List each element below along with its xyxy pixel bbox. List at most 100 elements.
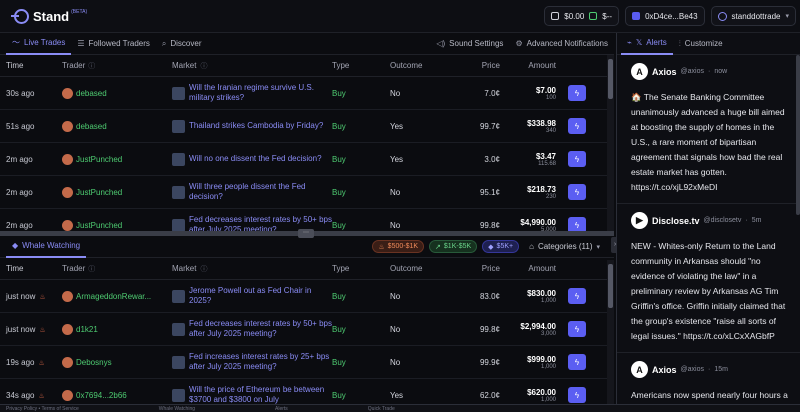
col-outcome[interactable]: Outcome <box>390 61 460 70</box>
source-name[interactable]: Axios <box>652 67 677 77</box>
quick-trade-button[interactable]: ϟ <box>568 118 586 134</box>
row-trader[interactable]: d1k21 <box>62 323 172 335</box>
col-price[interactable]: Price <box>460 264 500 273</box>
table-row[interactable]: 2m ago JustPunched Will three people dis… <box>0 176 614 209</box>
trader-name[interactable]: JustPunched <box>76 188 122 197</box>
scroll-thumb[interactable] <box>608 264 613 308</box>
market-title[interactable]: Jerome Powell out as Fed Chair in 2025? <box>189 286 332 306</box>
col-type[interactable]: Type <box>332 264 390 273</box>
quick-trade-button[interactable]: ϟ <box>568 387 586 403</box>
footer-whale-watching[interactable]: Whale Watching <box>159 406 195 412</box>
row-trader[interactable]: JustPunched <box>62 219 172 231</box>
trader-name[interactable]: ArmageddonRewar... <box>76 292 151 301</box>
row-market[interactable]: Fed increases interest rates by 25+ bps … <box>172 352 332 372</box>
table-row[interactable]: 2m ago JustPunched Fed decreases interes… <box>0 209 614 231</box>
row-market[interactable]: Will the price of Ethereum be between $3… <box>172 385 332 404</box>
trader-name[interactable]: 0x7694...2b66 <box>76 391 127 400</box>
trader-name[interactable]: Debosnys <box>76 358 112 367</box>
lightning-icon: ϟ <box>574 121 580 131</box>
source-name[interactable]: Axios <box>652 365 677 375</box>
col-price[interactable]: Price <box>460 61 500 70</box>
row-market[interactable]: Jerome Powell out as Fed Chair in 2025? <box>172 286 332 306</box>
quick-trade-button[interactable]: ϟ <box>568 354 586 370</box>
pane-divider[interactable]: ⋯ <box>0 229 614 238</box>
col-type[interactable]: Type <box>332 61 390 70</box>
alerts-scrollbar[interactable] <box>796 55 800 215</box>
row-trader[interactable]: ArmageddonRewar... <box>62 290 172 302</box>
whale-scrollbar[interactable] <box>607 260 614 410</box>
col-amount[interactable]: Amount <box>500 264 556 273</box>
filter-1k-5k[interactable]: ↗ $1K-$5K <box>429 240 478 253</box>
row-trader[interactable]: Debosnys <box>62 356 172 368</box>
alert-post[interactable]: ▶ Disclose.tv @disclosetv · 5m NEW - Whi… <box>617 204 800 353</box>
tab-customize[interactable]: ⫶ Customize <box>673 33 729 55</box>
table-row[interactable]: 30s ago debased Will the Iranian regime … <box>0 77 614 110</box>
row-trader[interactable]: 0x7694...2b66 <box>62 389 172 401</box>
categories-dropdown[interactable]: ⌂ Categories (11) ▾ <box>529 242 600 251</box>
alert-post[interactable]: A Axios @axios · now 🏠 The Senate Bankin… <box>617 55 800 204</box>
market-title[interactable]: Will three people dissent the Fed decisi… <box>189 182 332 202</box>
table-row[interactable]: 19s ago ♨ Debosnys Fed increases interest… <box>0 346 614 379</box>
table-row[interactable]: just now ♨ ArmageddonRewar... Jerome Powe… <box>0 280 614 313</box>
footer-quick-trade[interactable]: Quick Trade <box>368 406 395 412</box>
balance-pill[interactable]: $0.00 $-- <box>544 6 620 26</box>
row-trader[interactable]: debased <box>62 87 172 99</box>
market-title[interactable]: Will no one dissent the Fed decision? <box>189 154 322 164</box>
row-market[interactable]: Will no one dissent the Fed decision? <box>172 152 332 166</box>
source-name[interactable]: Disclose.tv <box>652 216 700 226</box>
col-amount[interactable]: Amount <box>500 61 556 70</box>
row-market[interactable]: Thailand strikes Cambodia by Friday? <box>172 119 332 133</box>
tab-live-trades[interactable]: 〜 Live Trades <box>6 33 72 55</box>
col-time[interactable]: Time <box>0 61 62 70</box>
quick-trade-button[interactable]: ϟ <box>568 85 586 101</box>
col-outcome[interactable]: Outcome <box>390 264 460 273</box>
table-row[interactable]: 34s ago ♨ 0x7694...2b66 Will the price of… <box>0 379 614 404</box>
col-time[interactable]: Time <box>0 264 62 273</box>
quick-trade-button[interactable]: ϟ <box>568 288 586 304</box>
trader-name[interactable]: JustPunched <box>76 221 122 230</box>
quick-trade-button[interactable]: ϟ <box>568 321 586 337</box>
col-market[interactable]: Market ⓘ <box>172 264 332 274</box>
market-title[interactable]: Will the price of Ethereum be between $3… <box>189 385 332 404</box>
market-title[interactable]: Fed increases interest rates by 25+ bps … <box>189 352 332 372</box>
table-row[interactable]: just now ♨ d1k21 Fed decreases interest r… <box>0 313 614 346</box>
col-trader[interactable]: Trader ⓘ <box>62 264 172 274</box>
user-menu[interactable]: standdottrade ▾ <box>710 6 796 26</box>
logo[interactable]: Stand (BETA) <box>11 8 87 24</box>
row-trader[interactable]: JustPunched <box>62 153 172 165</box>
col-market[interactable]: Market ⓘ <box>172 61 332 71</box>
live-scrollbar[interactable] <box>607 55 614 231</box>
footer-alerts[interactable]: Alerts <box>275 406 288 412</box>
tab-discover[interactable]: ⌕ Discover <box>156 33 208 55</box>
tab-whale-watching[interactable]: ◆ Whale Watching <box>6 236 87 258</box>
trader-name[interactable]: debased <box>76 89 107 98</box>
row-market[interactable]: Fed decreases interest rates by 50+ bps … <box>172 319 332 339</box>
filter-500-1k[interactable]: ♨ $500-$1K <box>372 240 425 253</box>
tab-alerts[interactable]: ⌁ 𝕏 Alerts <box>621 33 673 55</box>
footer-links[interactable]: Privacy Policy • Terms of Service <box>6 406 79 412</box>
filter-5k-plus[interactable]: ◆ $5K+ <box>482 240 520 253</box>
market-title[interactable]: Will the Iranian regime survive U.S. mil… <box>189 83 332 103</box>
resize-handle-icon[interactable]: ⋯ <box>298 229 314 238</box>
row-trader[interactable]: JustPunched <box>62 186 172 198</box>
tab-followed-traders[interactable]: ☰ Followed Traders <box>71 33 156 55</box>
sound-settings-button[interactable]: ◁) Sound Settings <box>430 33 509 55</box>
row-trader[interactable]: debased <box>62 120 172 132</box>
row-market[interactable]: Will three people dissent the Fed decisi… <box>172 182 332 202</box>
price: 99.8¢ <box>479 324 500 334</box>
trader-name[interactable]: JustPunched <box>76 155 122 164</box>
table-row[interactable]: 51s ago debased Thailand strikes Cambodi… <box>0 110 614 143</box>
quick-trade-button[interactable]: ϟ <box>568 184 586 200</box>
trader-name[interactable]: d1k21 <box>76 325 98 334</box>
market-title[interactable]: Thailand strikes Cambodia by Friday? <box>189 121 323 131</box>
advanced-notifications-button[interactable]: ⚙ Advanced Notifications <box>509 33 614 55</box>
quick-trade-button[interactable]: ϟ <box>568 217 586 231</box>
col-trader[interactable]: Trader ⓘ <box>62 61 172 71</box>
market-title[interactable]: Fed decreases interest rates by 50+ bps … <box>189 319 332 339</box>
address-pill[interactable]: 0xD4ce...Be43 <box>625 6 705 26</box>
trader-name[interactable]: debased <box>76 122 107 131</box>
table-row[interactable]: 2m ago JustPunched Will no one dissent t… <box>0 143 614 176</box>
quick-trade-button[interactable]: ϟ <box>568 151 586 167</box>
scroll-thumb[interactable] <box>608 59 613 99</box>
row-market[interactable]: Will the Iranian regime survive U.S. mil… <box>172 83 332 103</box>
